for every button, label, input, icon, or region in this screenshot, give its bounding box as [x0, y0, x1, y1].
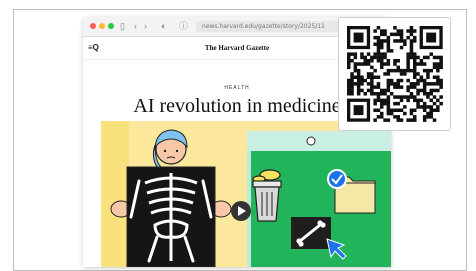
- close-window-button[interactable]: [90, 23, 96, 29]
- hero-illustration: [101, 121, 391, 267]
- bone-tile-icon: [291, 217, 331, 249]
- shield-icon[interactable]: ◐: [161, 20, 166, 32]
- checkmark-badge-icon: [327, 169, 347, 189]
- sidebar-icon[interactable]: ▯: [120, 20, 125, 32]
- camera-icon: [306, 136, 316, 146]
- hero-illustration-art: [101, 121, 391, 267]
- qr-code-icon: [347, 26, 443, 122]
- info-icon[interactable]: ⓘ: [179, 20, 188, 32]
- forward-icon[interactable]: ›: [144, 20, 147, 32]
- address-bar[interactable]: news.harvard.edu/gazette/story/2025/11: [196, 21, 346, 32]
- back-icon[interactable]: ‹: [134, 20, 137, 32]
- minimize-window-button[interactable]: [99, 23, 105, 29]
- zoom-window-button[interactable]: [108, 23, 114, 29]
- qr-code-overlay[interactable]: [338, 17, 451, 131]
- trash-icon: [252, 169, 282, 222]
